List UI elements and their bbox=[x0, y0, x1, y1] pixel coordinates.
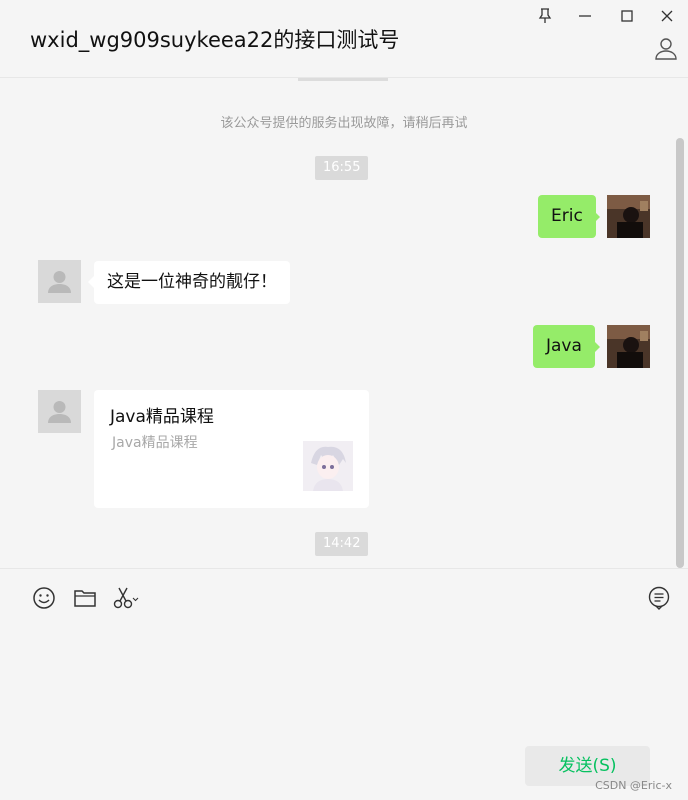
maximize-icon[interactable] bbox=[614, 3, 640, 29]
scrollbar[interactable] bbox=[676, 138, 684, 568]
system-notice: 该公众号提供的服务出现故障，请稍后再试 bbox=[220, 116, 468, 131]
contact-avatar[interactable] bbox=[38, 260, 81, 303]
close-icon[interactable] bbox=[654, 3, 680, 29]
timestamp: 14:42 bbox=[315, 532, 369, 556]
person-icon[interactable] bbox=[654, 36, 678, 60]
bubble-tail bbox=[594, 211, 600, 223]
link-card-message[interactable]: Java精品课程 Java精品课程 bbox=[94, 390, 369, 508]
load-more-indicator bbox=[298, 78, 388, 81]
title-bar: wxid_wg909suykeea22的接口测试号 bbox=[0, 0, 688, 78]
watermark: CSDN @Eric-x bbox=[595, 779, 672, 792]
chat-title: wxid_wg909suykeea22的接口测试号 bbox=[30, 28, 400, 52]
chat-history-icon[interactable] bbox=[646, 585, 672, 611]
card-title: Java精品课程 bbox=[110, 407, 214, 427]
pin-icon[interactable] bbox=[532, 3, 558, 29]
message-bubble-sent[interactable]: Eric bbox=[538, 195, 596, 238]
message-bubble-sent[interactable]: Java bbox=[533, 325, 595, 368]
scissors-icon[interactable] bbox=[112, 585, 139, 611]
folder-icon[interactable] bbox=[72, 585, 98, 611]
bubble-tail bbox=[594, 341, 600, 353]
contact-avatar[interactable] bbox=[38, 390, 81, 433]
my-avatar[interactable] bbox=[607, 195, 650, 238]
message-bubble-received[interactable]: 这是一位神奇的靓仔！ bbox=[94, 261, 290, 304]
my-avatar[interactable] bbox=[607, 325, 650, 368]
minimize-icon[interactable] bbox=[572, 3, 598, 29]
composer-area: 发送(S) bbox=[0, 568, 688, 800]
card-thumbnail bbox=[303, 441, 353, 491]
message-list[interactable]: 该公众号提供的服务出现故障，请稍后再试 16:55 Eric 这是一位神奇的靓仔… bbox=[0, 78, 688, 568]
emoji-icon[interactable] bbox=[31, 585, 57, 611]
message-input[interactable] bbox=[20, 623, 670, 733]
card-description: Java精品课程 bbox=[112, 435, 198, 451]
timestamp: 16:55 bbox=[315, 156, 369, 180]
